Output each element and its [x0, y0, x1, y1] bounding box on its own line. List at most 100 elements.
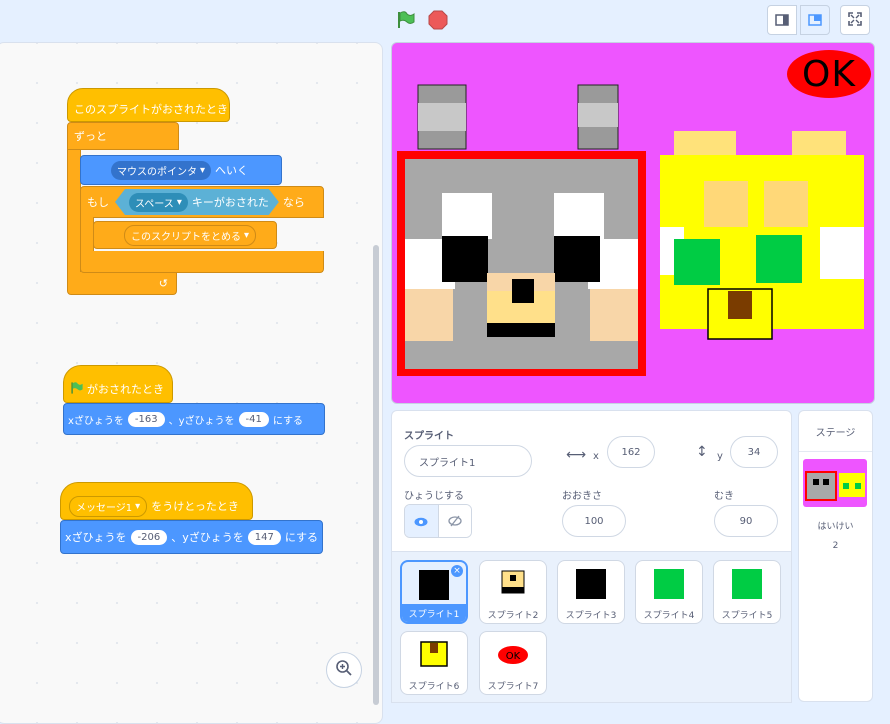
- block-label: をうけとったとき: [151, 500, 239, 513]
- sprite-name: スプライト5: [721, 610, 773, 621]
- when-receive-block[interactable]: メッセージ1 ▾ をうけとったとき: [60, 482, 253, 520]
- input-value: 90: [739, 515, 753, 527]
- block-label: がおされたとき: [87, 383, 164, 396]
- x-value-input[interactable]: -206: [130, 529, 168, 545]
- dropdown-value: マウスのポインタ: [117, 166, 197, 178]
- green-flag-icon: [70, 381, 84, 398]
- forever-arm: [67, 150, 81, 275]
- key-pressed-boolean[interactable]: スペース ▾ キーがおされた: [115, 189, 279, 215]
- forever-bottom: ↺: [67, 272, 177, 295]
- block-label: xざひょうを: [65, 531, 127, 544]
- horizontal-arrows-icon: ⟷: [566, 447, 587, 463]
- sprite-tile[interactable]: OK スプライト7: [479, 631, 547, 695]
- stage-thumbnail[interactable]: [803, 459, 867, 507]
- stop-option-dropdown[interactable]: このスクリプトをとめる ▾: [124, 224, 257, 246]
- block-label: キーがおされた: [191, 196, 269, 209]
- x-value-input[interactable]: -163: [127, 411, 165, 427]
- when-flag-clicked-block[interactable]: がおされたとき: [63, 365, 173, 403]
- sprite-name: スプライト2: [487, 610, 539, 621]
- sprite-thumbnail: OK: [498, 646, 528, 664]
- goto-target-dropdown[interactable]: マウスのポインタ ▾: [111, 160, 212, 180]
- dropdown-value: スペース: [135, 198, 174, 210]
- y-input[interactable]: 34: [730, 436, 778, 468]
- ok-sprite[interactable]: OK: [787, 50, 871, 98]
- normal-stage-icon: [808, 11, 822, 30]
- sprite-tile[interactable]: スプライト3: [557, 560, 625, 624]
- eye-icon: [414, 512, 428, 531]
- input-value: 100: [584, 515, 604, 527]
- sprite-tile[interactable]: スプライト6: [400, 631, 468, 695]
- when-sprite-clicked-block[interactable]: このスプライトがおされたとき: [67, 88, 230, 122]
- sprite-tile[interactable]: × スプライト1: [400, 560, 468, 624]
- chevron-down-icon: ▾: [135, 500, 141, 512]
- sprite-info-panel: スプライト スプライト1 ⟷ x 162 ↕ y 34 ひょうじする おおきさ …: [391, 410, 792, 552]
- input-value: 162: [621, 446, 641, 458]
- key-dropdown[interactable]: スペース ▾: [129, 193, 188, 212]
- hide-button[interactable]: [438, 505, 471, 537]
- goto-xy-block[interactable]: xざひょうを -206 、yざひょうを 147 にする: [60, 520, 323, 554]
- zoom-in-icon: [335, 659, 353, 681]
- block-label: もし: [87, 196, 109, 209]
- vertical-arrows-icon: ↕: [696, 444, 708, 460]
- sprite-name-input[interactable]: スプライト1: [404, 445, 532, 477]
- backdrops-label: はいけい: [817, 522, 854, 532]
- sprite-thumbnail: [732, 569, 762, 599]
- code-scrollbar[interactable]: [373, 245, 379, 705]
- small-stage-icon: [775, 11, 789, 30]
- goto-xy-block[interactable]: xざひょうを -163 、yざひょうを -41 にする: [63, 403, 325, 435]
- svg-text:OK: OK: [506, 651, 521, 662]
- stage-header: [0, 0, 890, 40]
- green-flag-icon[interactable]: [396, 10, 416, 34]
- sprite-name: スプライト4: [643, 610, 695, 621]
- sprite-thumbnail: [654, 569, 684, 599]
- size-label: おおきさ: [562, 491, 602, 502]
- chevron-down-icon: ▾: [200, 164, 206, 176]
- y-value-input[interactable]: -41: [238, 411, 269, 427]
- visibility-toggle: [404, 504, 472, 538]
- code-area[interactable]: [0, 42, 383, 724]
- normal-stage-button[interactable]: [800, 5, 830, 35]
- if-block[interactable]: もし スペース ▾ キーがおされた なら: [80, 186, 324, 218]
- sprite-tile[interactable]: スプライト4: [635, 560, 703, 624]
- chevron-down-icon: ▾: [176, 196, 182, 208]
- sprite-name: スプライト6: [408, 681, 460, 692]
- forever-block[interactable]: ずっと: [67, 122, 179, 150]
- sprite-tile[interactable]: スプライト5: [713, 560, 781, 624]
- block-label: 、yざひょうを: [168, 415, 235, 427]
- message-dropdown[interactable]: メッセージ1 ▾: [69, 495, 148, 517]
- y-value-input[interactable]: 147: [247, 529, 281, 545]
- fullscreen-icon: [848, 11, 862, 30]
- if-arm: [80, 217, 94, 253]
- y-label: y: [717, 451, 723, 462]
- goto-block[interactable]: マウスのポインタ ▾ へいく: [80, 155, 282, 185]
- small-stage-button[interactable]: [767, 5, 797, 35]
- stage-panel-title: ステージ: [799, 411, 872, 452]
- direction-input[interactable]: 90: [714, 505, 778, 537]
- if-bottom: [80, 251, 324, 273]
- stop-block[interactable]: このスクリプトをとめる ▾: [93, 221, 277, 249]
- stage[interactable]: OK: [391, 42, 875, 404]
- block-label: にする: [284, 531, 318, 544]
- cat-sprite: [660, 131, 864, 340]
- block-label: このスプライトがおされたとき: [74, 103, 228, 116]
- x-input[interactable]: 162: [607, 436, 655, 468]
- fullscreen-button[interactable]: [840, 5, 870, 35]
- eye-slash-icon: [448, 512, 462, 531]
- sprite-tile[interactable]: スプライト2: [479, 560, 547, 624]
- zoom-in-button[interactable]: [326, 652, 362, 688]
- show-button[interactable]: [405, 505, 439, 537]
- block-label: 、yざひょうを: [171, 531, 244, 544]
- sprite-list: × スプライト1 スプライト2 スプライト3 スプライト4 スプライト5 スプラ…: [391, 551, 792, 703]
- stop-icon[interactable]: [428, 10, 448, 34]
- size-input[interactable]: 100: [562, 505, 626, 537]
- block-label: にする: [272, 415, 303, 427]
- stage-selector-panel[interactable]: ステージ はいけい 2: [798, 410, 873, 702]
- block-label: xざひょうを: [68, 415, 124, 427]
- input-value: 34: [747, 446, 761, 458]
- sprite-name: スプライト7: [487, 681, 539, 692]
- sprite-label: スプライト: [404, 431, 454, 442]
- wolf-sprite: [397, 84, 646, 376]
- input-value: スプライト1: [419, 457, 476, 469]
- delete-sprite-icon[interactable]: ×: [451, 565, 463, 577]
- block-label: ずっと: [74, 130, 107, 143]
